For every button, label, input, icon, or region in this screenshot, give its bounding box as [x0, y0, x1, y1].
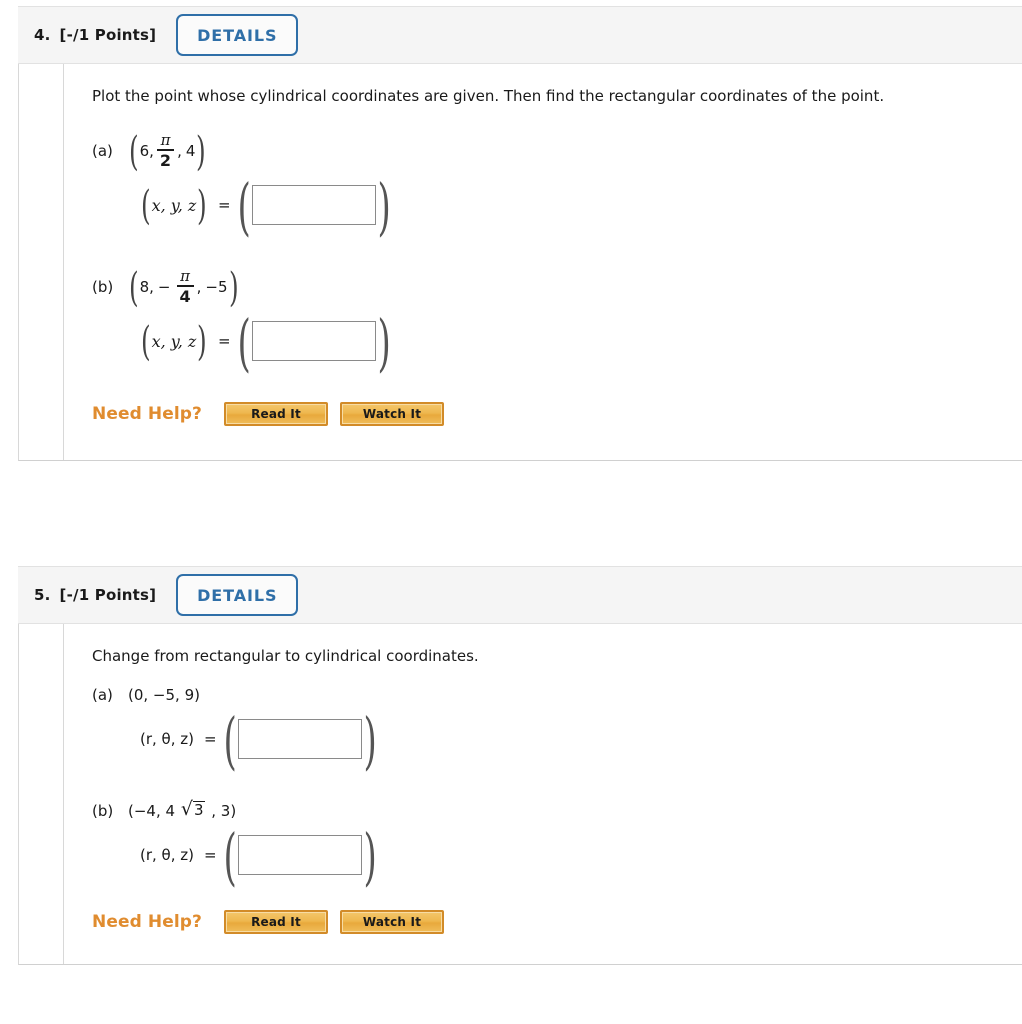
- problem-4-number: 4.: [34, 26, 51, 44]
- watch-it-label: Watch It: [362, 915, 422, 930]
- problem-5-part-a-answer-lhs: (r, θ, z): [140, 730, 194, 749]
- problem-5-parts: (a) (0, −5, 9) (r, θ, z) = ( ) (b) (−4, …: [64, 666, 1022, 894]
- problem-4-part-b-answer-row: ( x, y, z ) = ( ): [140, 306, 391, 380]
- problem-5-part-b-label: (b): [92, 802, 114, 821]
- radical-sign: √: [180, 798, 193, 821]
- given-suffix: , 3): [211, 802, 237, 821]
- problem-4-points: [-/1 Points]: [59, 26, 157, 44]
- details-button-label: DETAILS: [197, 585, 278, 605]
- problem-5-header: 5. [-/1 Points] DETAILS: [18, 566, 1022, 624]
- fraction-trailing-comma: ,: [196, 278, 202, 297]
- fraction-trailing-comma: ,: [177, 142, 182, 161]
- problem-4: 4. [-/1 Points] DETAILS Plot the point w…: [0, 6, 1022, 462]
- watch-it-label: Watch It: [362, 407, 422, 422]
- problem-4-part-b-answer-lhs: ( x, y, z ): [140, 319, 207, 366]
- fraction-pi-over-2: π 2: [156, 130, 175, 170]
- need-help-label: Need Help?: [92, 912, 202, 933]
- problem-5-need-help: Need Help? Read It Watch It: [64, 884, 1022, 964]
- problem-4-part-a-answer-row: ( x, y, z ) = ( ): [140, 170, 391, 244]
- problem-4-part-a-label: (a): [92, 142, 113, 161]
- problem-5-read-it-button[interactable]: Read It: [224, 910, 328, 935]
- lhs-variables: x, y, z: [151, 331, 197, 351]
- given-first-term: 8,: [139, 278, 154, 297]
- problem-4-part-b-given: ( 8, − π 4 , −5 ): [128, 265, 239, 312]
- problem-5-details-button[interactable]: DETAILS: [176, 574, 299, 616]
- problem-4-part-a-answer-input[interactable]: [251, 185, 376, 226]
- given-minus-sign: −: [157, 278, 171, 297]
- read-it-label: Read It: [251, 915, 301, 930]
- problem-5-number: 5.: [34, 586, 51, 604]
- problem-5-points: [-/1 Points]: [59, 586, 157, 604]
- problem-4-watch-it-button[interactable]: Watch It: [340, 402, 444, 427]
- problem-5: 5. [-/1 Points] DETAILS Change from rect…: [0, 566, 1022, 966]
- fraction-numerator: π: [160, 130, 171, 149]
- given-last-term: −5: [205, 278, 228, 297]
- exercise-page: 4. [-/1 Points] DETAILS Plot the point w…: [0, 0, 1022, 1024]
- problem-4-part-b-label: (b): [92, 278, 114, 297]
- problem-5-part-b-answer-lhs: (r, θ, z): [140, 846, 194, 865]
- problem-4-part-a: (a) ( 6, π 2 , 4) (x, y, z) = (): [92, 106, 1022, 244]
- problem-5-part-a-answer-input[interactable]: [237, 719, 362, 760]
- problem-5-part-a-given: (0, −5, 9): [128, 686, 200, 705]
- fraction-pi-over-4: π 4: [176, 266, 194, 306]
- equals-sign: =: [204, 846, 217, 865]
- equals-sign: =: [204, 730, 217, 749]
- problem-4-part-b: (b) ( 8, − π 4 , −5) (x, y, z) = (): [92, 236, 1022, 380]
- problem-5-prompt: Change from rectangular to cylindrical c…: [92, 647, 479, 665]
- radicand: 3: [192, 801, 206, 820]
- equals-sign: =: [217, 196, 231, 215]
- problem-4-part-a-given: ( 6, π 2 , 4 ): [128, 129, 207, 176]
- read-it-label: Read It: [251, 407, 301, 422]
- problem-5-part-a-answer-row: (r, θ, z) = ( ): [140, 704, 377, 778]
- need-help-label: Need Help?: [92, 404, 202, 425]
- problem-4-prompt: Plot the point whose cylindrical coordin…: [92, 87, 885, 105]
- square-root: √ 3: [180, 798, 206, 821]
- problem-4-part-b-answer-input[interactable]: [251, 321, 376, 362]
- fraction-denominator: 4: [179, 286, 191, 306]
- given-prefix: (−4, 4: [128, 802, 176, 821]
- given-first-term: 6,: [139, 142, 154, 161]
- problem-5-part-a-label: (a): [92, 686, 113, 705]
- problem-4-header: 4. [-/1 Points] DETAILS: [18, 6, 1022, 64]
- lhs-variables: x, y, z: [151, 195, 197, 215]
- problem-4-read-it-button[interactable]: Read It: [224, 402, 328, 427]
- problem-5-part-a: (a) (0, −5, 9) (r, θ, z) = ( ): [92, 666, 1022, 778]
- problem-4-inner: Plot the point whose cylindrical coordin…: [63, 64, 1022, 461]
- problem-5-body: Change from rectangular to cylindrical c…: [18, 624, 1022, 966]
- given-last-term: 4: [185, 142, 196, 161]
- fraction-numerator: π: [180, 266, 190, 285]
- problem-4-body: Plot the point whose cylindrical coordin…: [18, 64, 1022, 462]
- problem-5-inner: Change from rectangular to cylindrical c…: [63, 624, 1022, 965]
- problem-5-part-b-answer-row: (r, θ, z) = ( ): [140, 820, 377, 894]
- problem-4-part-a-answer-lhs: ( x, y, z ): [140, 183, 207, 230]
- problem-5-watch-it-button[interactable]: Watch It: [340, 910, 444, 935]
- problem-5-part-b-given: (−4, 4 √ 3 , 3): [128, 798, 237, 821]
- details-button-label: DETAILS: [197, 25, 278, 45]
- fraction-denominator: 2: [159, 150, 172, 170]
- problem-4-part-a-given-row: (a) ( 6, π 2 , 4): [92, 128, 1022, 174]
- problem-5-part-b: (b) (−4, 4 √ 3 , 3) (r, θ, z) = (): [92, 768, 1022, 894]
- equals-sign: =: [217, 332, 231, 351]
- problem-4-part-b-given-row: (b) ( 8, − π 4 , −5): [92, 264, 1022, 310]
- problem-4-parts: (a) ( 6, π 2 , 4) (x, y, z) = () (b)…: [64, 106, 1022, 380]
- problem-5-part-b-answer-input[interactable]: [237, 835, 362, 876]
- problem-4-details-button[interactable]: DETAILS: [176, 14, 299, 56]
- problem-4-need-help: Need Help? Read It Watch It: [64, 372, 1022, 460]
